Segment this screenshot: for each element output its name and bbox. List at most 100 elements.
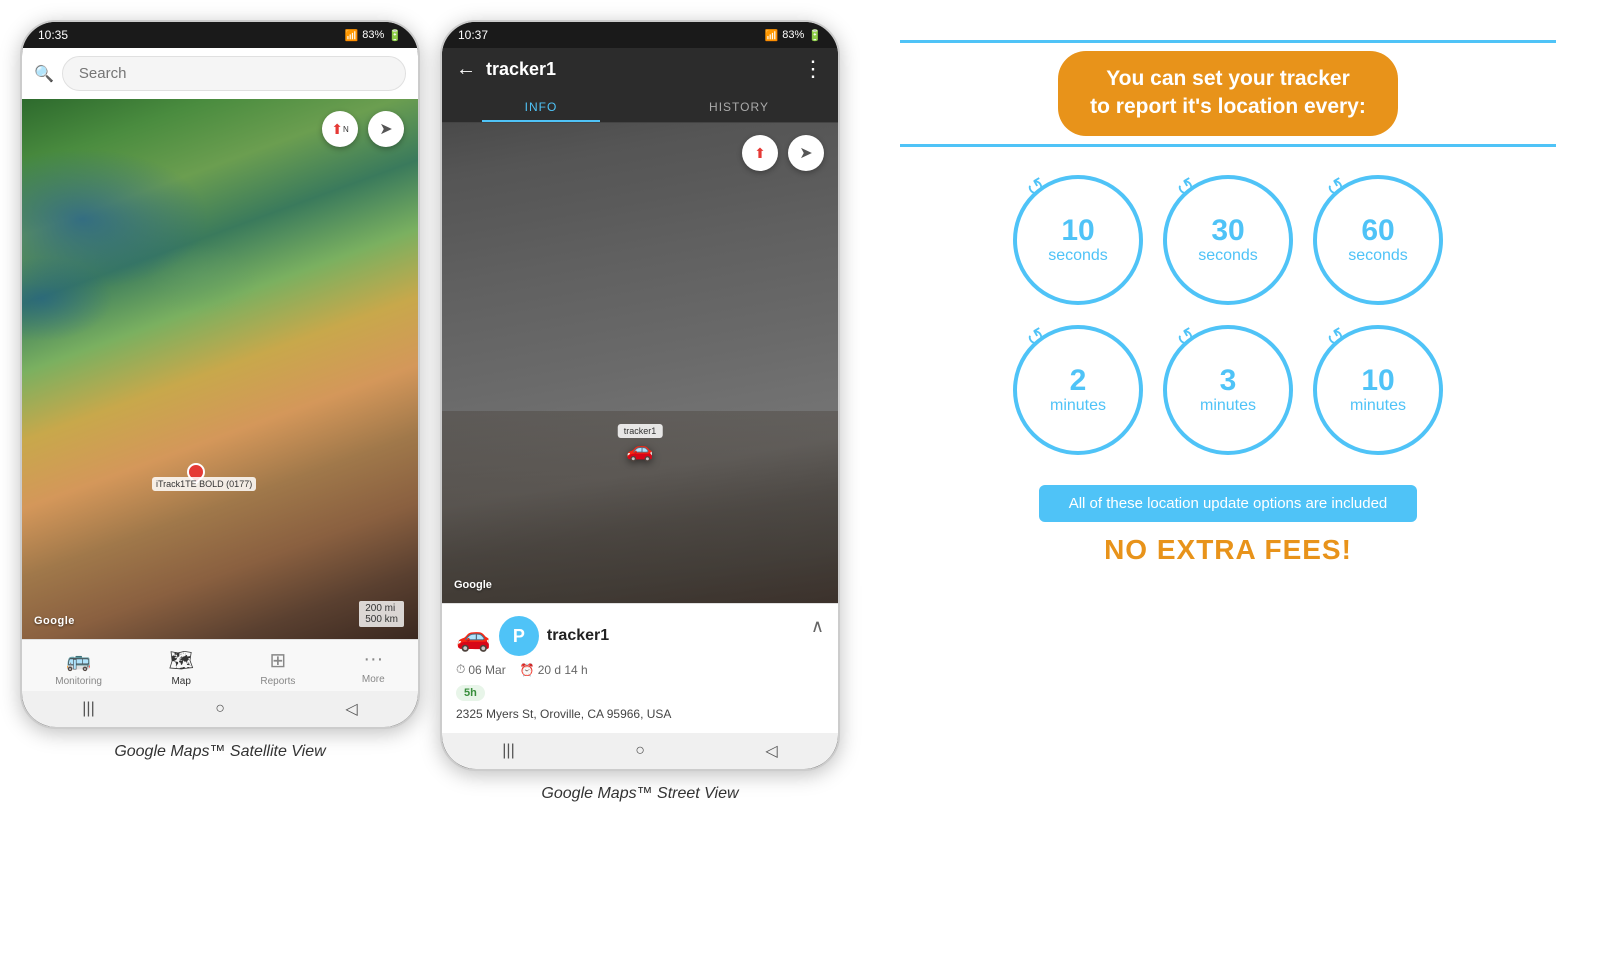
location-button-street[interactable]: ➤ (788, 135, 824, 171)
phone2-status-bar: 10:37 📶 83% 🔋 (442, 22, 838, 48)
phone2-header: ← tracker1 ⋮ (442, 48, 838, 90)
time-unit-30s: seconds (1198, 247, 1258, 265)
phone1-search-bar[interactable]: 🔍 (22, 48, 418, 99)
tracker-date: ⏱ 06 Mar (456, 662, 506, 677)
nav-more-label: More (362, 674, 385, 685)
phone1-status-bar: 10:35 📶 83% 🔋 (22, 22, 418, 48)
title-bottom-line (900, 144, 1556, 147)
footer-box: All of these location update options are… (1039, 485, 1418, 522)
phone1-nav-bar: 🚌 Monitoring 🗺 Map ⊞ Reports ··· More (22, 639, 418, 691)
expand-button[interactable]: ∧ (811, 616, 824, 637)
phone2-title: tracker1 (486, 59, 792, 80)
nav-monitoring[interactable]: 🚌 Monitoring (55, 648, 102, 687)
phone2-tabs: INFO HISTORY (442, 90, 838, 123)
tab-history[interactable]: HISTORY (640, 90, 838, 122)
back-arrow-icon[interactable]: ← (456, 58, 476, 81)
phone2-home-button[interactable]: ○ (635, 742, 645, 760)
monitoring-icon: 🚌 (66, 648, 91, 673)
location-button[interactable]: ➤ (368, 111, 404, 147)
map-scale: 200 mi 500 km (359, 601, 404, 627)
phone1-signal-icon: 📶 (345, 29, 359, 42)
street-tracker-label: tracker1 (618, 424, 663, 438)
street-map: ⬆ ➤ tracker1 🚗 Google (442, 123, 838, 603)
phone2-recents-button[interactable]: ||| (502, 742, 514, 760)
circle-30s: ↺ 30 seconds (1163, 175, 1293, 305)
title-text-line2: to report it's location every: (1090, 93, 1366, 121)
google-logo-satellite: Google (34, 615, 75, 627)
arrow-10s: ↺ (1022, 172, 1051, 204)
time-unit-2m: minutes (1050, 397, 1106, 415)
search-input[interactable] (62, 56, 406, 91)
phone2-battery-icon: 🔋 (808, 29, 822, 42)
phone2-back-button[interactable]: ◁ (765, 741, 777, 761)
google-logo-street: Google (454, 579, 492, 591)
time-unit-10s: seconds (1048, 247, 1108, 265)
time-number-10m: 10 (1361, 364, 1394, 397)
compass-icon[interactable]: ⬆N (322, 111, 358, 147)
back-button[interactable]: ◁ (345, 699, 357, 719)
title-top-line (900, 40, 1556, 43)
arrow-10m: ↺ (1322, 322, 1351, 354)
nav-map[interactable]: 🗺 Map (168, 648, 193, 687)
tracker-address: 2325 Myers St, Oroville, CA 95966, USA (456, 707, 824, 721)
nav-more[interactable]: ··· More (362, 648, 385, 687)
tracker-duration: ⏰ 20 d 14 h (520, 663, 588, 677)
phone1-system-bar: ||| ○ ◁ (22, 691, 418, 727)
nav-reports[interactable]: ⊞ Reports (260, 648, 295, 687)
circle-60s: ↺ 60 seconds (1313, 175, 1443, 305)
time-unit-3m: minutes (1200, 397, 1256, 415)
phone1-container: 10:35 📶 83% 🔋 🔍 ⬆N ➤ iTrack1TE BOLD (20, 20, 420, 803)
time-unit-10m: minutes (1350, 397, 1406, 415)
phone2-battery: 83% (782, 29, 804, 41)
phone2-system-bar: ||| ○ ◁ (442, 733, 838, 769)
arrow-3m: ↺ (1172, 322, 1201, 354)
home-button[interactable]: ○ (215, 700, 225, 718)
car-marker: 🚗 (626, 437, 653, 463)
time-unit-60s: seconds (1348, 247, 1408, 265)
tracker-label: iTrack1TE BOLD (0177) (152, 477, 256, 491)
phone2-time: 10:37 (458, 28, 488, 42)
tracker-meta: ⏱ 06 Mar ⏰ 20 d 14 h (456, 662, 824, 677)
time-number-3m: 3 (1220, 364, 1237, 397)
time-number-60s: 60 (1361, 214, 1394, 247)
title-box: You can set your tracker to report it's … (1058, 51, 1398, 136)
tab-info[interactable]: INFO (442, 90, 640, 122)
phone2-caption: Google Maps™ Street View (541, 785, 738, 803)
tracker-name: tracker1 (547, 627, 609, 645)
nav-reports-label: Reports (260, 676, 295, 687)
timer-icon: ⏰ (520, 663, 535, 677)
satellite-map: ⬆N ➤ iTrack1TE BOLD (0177) Google 200 mi… (22, 99, 418, 639)
circle-2m: ↺ 2 minutes (1013, 325, 1143, 455)
tracker-badge: 5h (456, 685, 485, 701)
tracker-info-card: 🚗 P tracker1 ∧ ⏱ 06 Mar (442, 603, 838, 733)
more-icon: ··· (363, 648, 383, 671)
phone2-signal-icon: 📶 (765, 29, 779, 42)
phone1-battery-icon: 🔋 (388, 29, 402, 42)
tracker-car-emoji: 🚗 (456, 621, 491, 652)
tracker-name-group: tracker1 (547, 627, 609, 645)
no-fees-text: NO EXTRA FEES! (1104, 534, 1352, 566)
nav-monitoring-label: Monitoring (55, 676, 102, 687)
tracker-icon-group: 🚗 (456, 620, 491, 653)
menu-dots-icon[interactable]: ⋮ (802, 56, 824, 82)
recents-button[interactable]: ||| (82, 700, 94, 718)
tracker-avatar: P (499, 616, 539, 656)
circle-10s: ↺ 10 seconds (1013, 175, 1143, 305)
nav-map-label: Map (171, 676, 190, 687)
arrow-60s: ↺ (1322, 172, 1351, 204)
phone2-container: 10:37 📶 83% 🔋 ← tracker1 ⋮ INFO HISTORY (440, 20, 840, 803)
search-icon: 🔍 (34, 64, 54, 84)
phone2-mockup: 10:37 📶 83% 🔋 ← tracker1 ⋮ INFO HISTORY (440, 20, 840, 771)
circle-3m: ↺ 3 minutes (1163, 325, 1293, 455)
time-number-10s: 10 (1061, 214, 1094, 247)
info-panel: You can set your tracker to report it's … (860, 20, 1596, 586)
phone1-caption: Google Maps™ Satellite View (114, 743, 325, 761)
arrow-30s: ↺ (1172, 172, 1201, 204)
phone1-mockup: 10:35 📶 83% 🔋 🔍 ⬆N ➤ iTrack1TE BOLD (20, 20, 420, 729)
map-icon: 🗺 (168, 648, 193, 673)
time-number-30s: 30 (1211, 214, 1244, 247)
circle-10m: ↺ 10 minutes (1313, 325, 1443, 455)
compass-icon-street[interactable]: ⬆ (742, 135, 778, 171)
title-text-line1: You can set your tracker (1090, 65, 1366, 93)
reports-icon: ⊞ (270, 648, 287, 673)
